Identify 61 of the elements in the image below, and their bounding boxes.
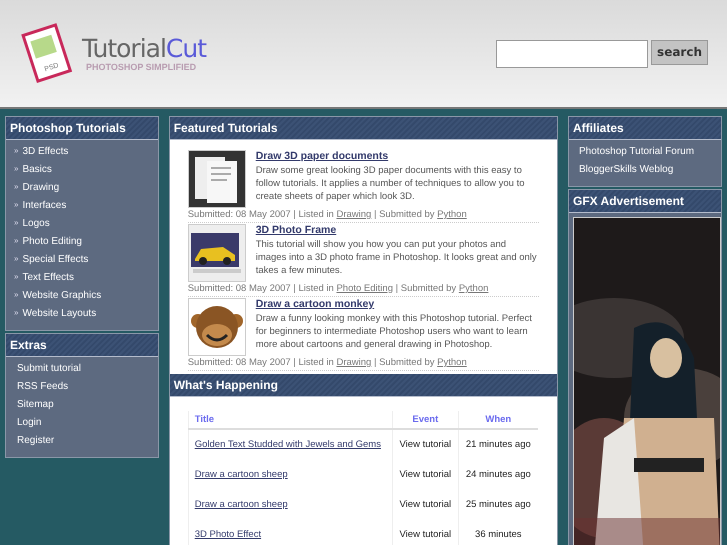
tutorial-link[interactable]: 3D Photo Effect — [194, 529, 262, 540]
panel-heading: What's Happening — [170, 374, 557, 397]
author-link[interactable]: Python — [437, 357, 467, 368]
submitted-by-label: | Submitted by — [372, 209, 436, 220]
sidebar-link[interactable]: » Photo Editing — [6, 233, 158, 251]
panel-heading: Featured Tutorials — [170, 117, 557, 140]
column-header: Event — [392, 411, 458, 429]
category-link[interactable]: Drawing — [336, 357, 372, 368]
submitted-date: Submitted: 08 May 2007 | Listed in — [188, 357, 335, 368]
sidebar-link[interactable]: » Drawing — [6, 179, 158, 197]
submitted-by-label: | Submitted by — [394, 283, 458, 294]
event-cell: View tutorial — [392, 460, 458, 490]
author-link[interactable]: Python — [458, 283, 488, 294]
tutorial-link[interactable]: Draw a cartoon sheep — [194, 499, 288, 510]
affiliate-link[interactable]: Photoshop Tutorial Forum — [569, 143, 721, 161]
tutorial-link[interactable]: Draw a cartoon sheep — [194, 469, 288, 480]
logo-tagline: PHOTOSHOP SIMPLIFIED — [86, 62, 198, 72]
sidebar-link[interactable]: » Special Effects — [6, 251, 158, 269]
panel-heading: Extras — [6, 334, 158, 357]
column-header: Title — [188, 411, 392, 429]
author-link[interactable]: Python — [437, 209, 467, 220]
when-cell: 25 minutes ago — [458, 490, 538, 520]
tutorial-description: This tutorial will show you how you can put your photos and images into a 3D photo frame in Photoshop. It looks great and only takes a few minutes. — [256, 238, 538, 277]
sidebar-link[interactable]: » Basics — [6, 161, 158, 179]
tutorial-title-link[interactable]: 3D Photo Frame — [256, 224, 539, 236]
search-button[interactable]: search — [651, 40, 708, 64]
tutorial-title-link[interactable]: Draw 3D paper documents — [256, 150, 539, 162]
documents-thumbnail — [188, 150, 246, 208]
tutorial-description: Draw some great looking 3D paper documents with this easy to follow tutorials. It applies a number of techniques to allow you to create sheets of paper which look 3D. — [256, 164, 526, 203]
event-cell: View tutorial — [392, 429, 458, 460]
event-cell: View tutorial — [392, 520, 458, 545]
column-header: When — [458, 411, 538, 429]
sidebar-link[interactable]: » Logos — [6, 215, 158, 233]
submitted-by-label: | Submitted by — [372, 357, 436, 368]
sidebar-link[interactable]: Submit tutorial — [6, 360, 158, 378]
sidebar-link[interactable]: Login — [6, 414, 158, 432]
submitted-date: Submitted: 08 May 2007 | Listed in — [188, 209, 335, 220]
sidebar-link[interactable]: Register — [6, 432, 158, 450]
event-cell: View tutorial — [392, 490, 458, 520]
panel-heading: Photoshop Tutorials — [6, 117, 158, 140]
sidebar-link[interactable]: » Website Layouts — [6, 305, 158, 323]
sidebar-link[interactable]: » Interfaces — [6, 197, 158, 215]
tutorial-description: Draw a funny looking monkey with this Photoshop tutorial. Perfect for beginners to intermediate Photoshop users who want to learn more about cartoons and general drawing in Photoshop. — [256, 312, 533, 351]
logo-wordmark: TutorialCut — [82, 36, 206, 60]
panel-heading: Affiliates — [569, 117, 721, 140]
sidebar-link[interactable]: » Text Effects — [6, 269, 158, 287]
affiliate-link[interactable]: BloggerSkills Weblog — [569, 161, 721, 179]
sidebar-link[interactable]: » Website Graphics — [6, 287, 158, 305]
when-cell: 24 minutes ago — [458, 460, 538, 490]
tutorial-link[interactable]: Golden Text Studded with Jewels and Gems — [194, 439, 381, 450]
category-link[interactable]: Photo Editing — [336, 283, 393, 294]
submitted-date: Submitted: 08 May 2007 | Listed in — [188, 283, 335, 294]
category-link[interactable]: Drawing — [336, 209, 372, 220]
when-cell: 21 minutes ago — [458, 429, 538, 460]
search-field[interactable] — [496, 40, 648, 68]
sidebar-link[interactable]: Sitemap — [6, 396, 158, 414]
sidebar-link[interactable]: » 3D Effects — [6, 143, 158, 161]
tutorial-title-link[interactable]: Draw a cartoon monkey — [256, 298, 539, 310]
sidebar-link[interactable]: RSS Feeds — [6, 378, 158, 396]
panel-heading: GFX Advertisement — [569, 190, 721, 213]
when-cell: 36 minutes — [458, 520, 538, 545]
